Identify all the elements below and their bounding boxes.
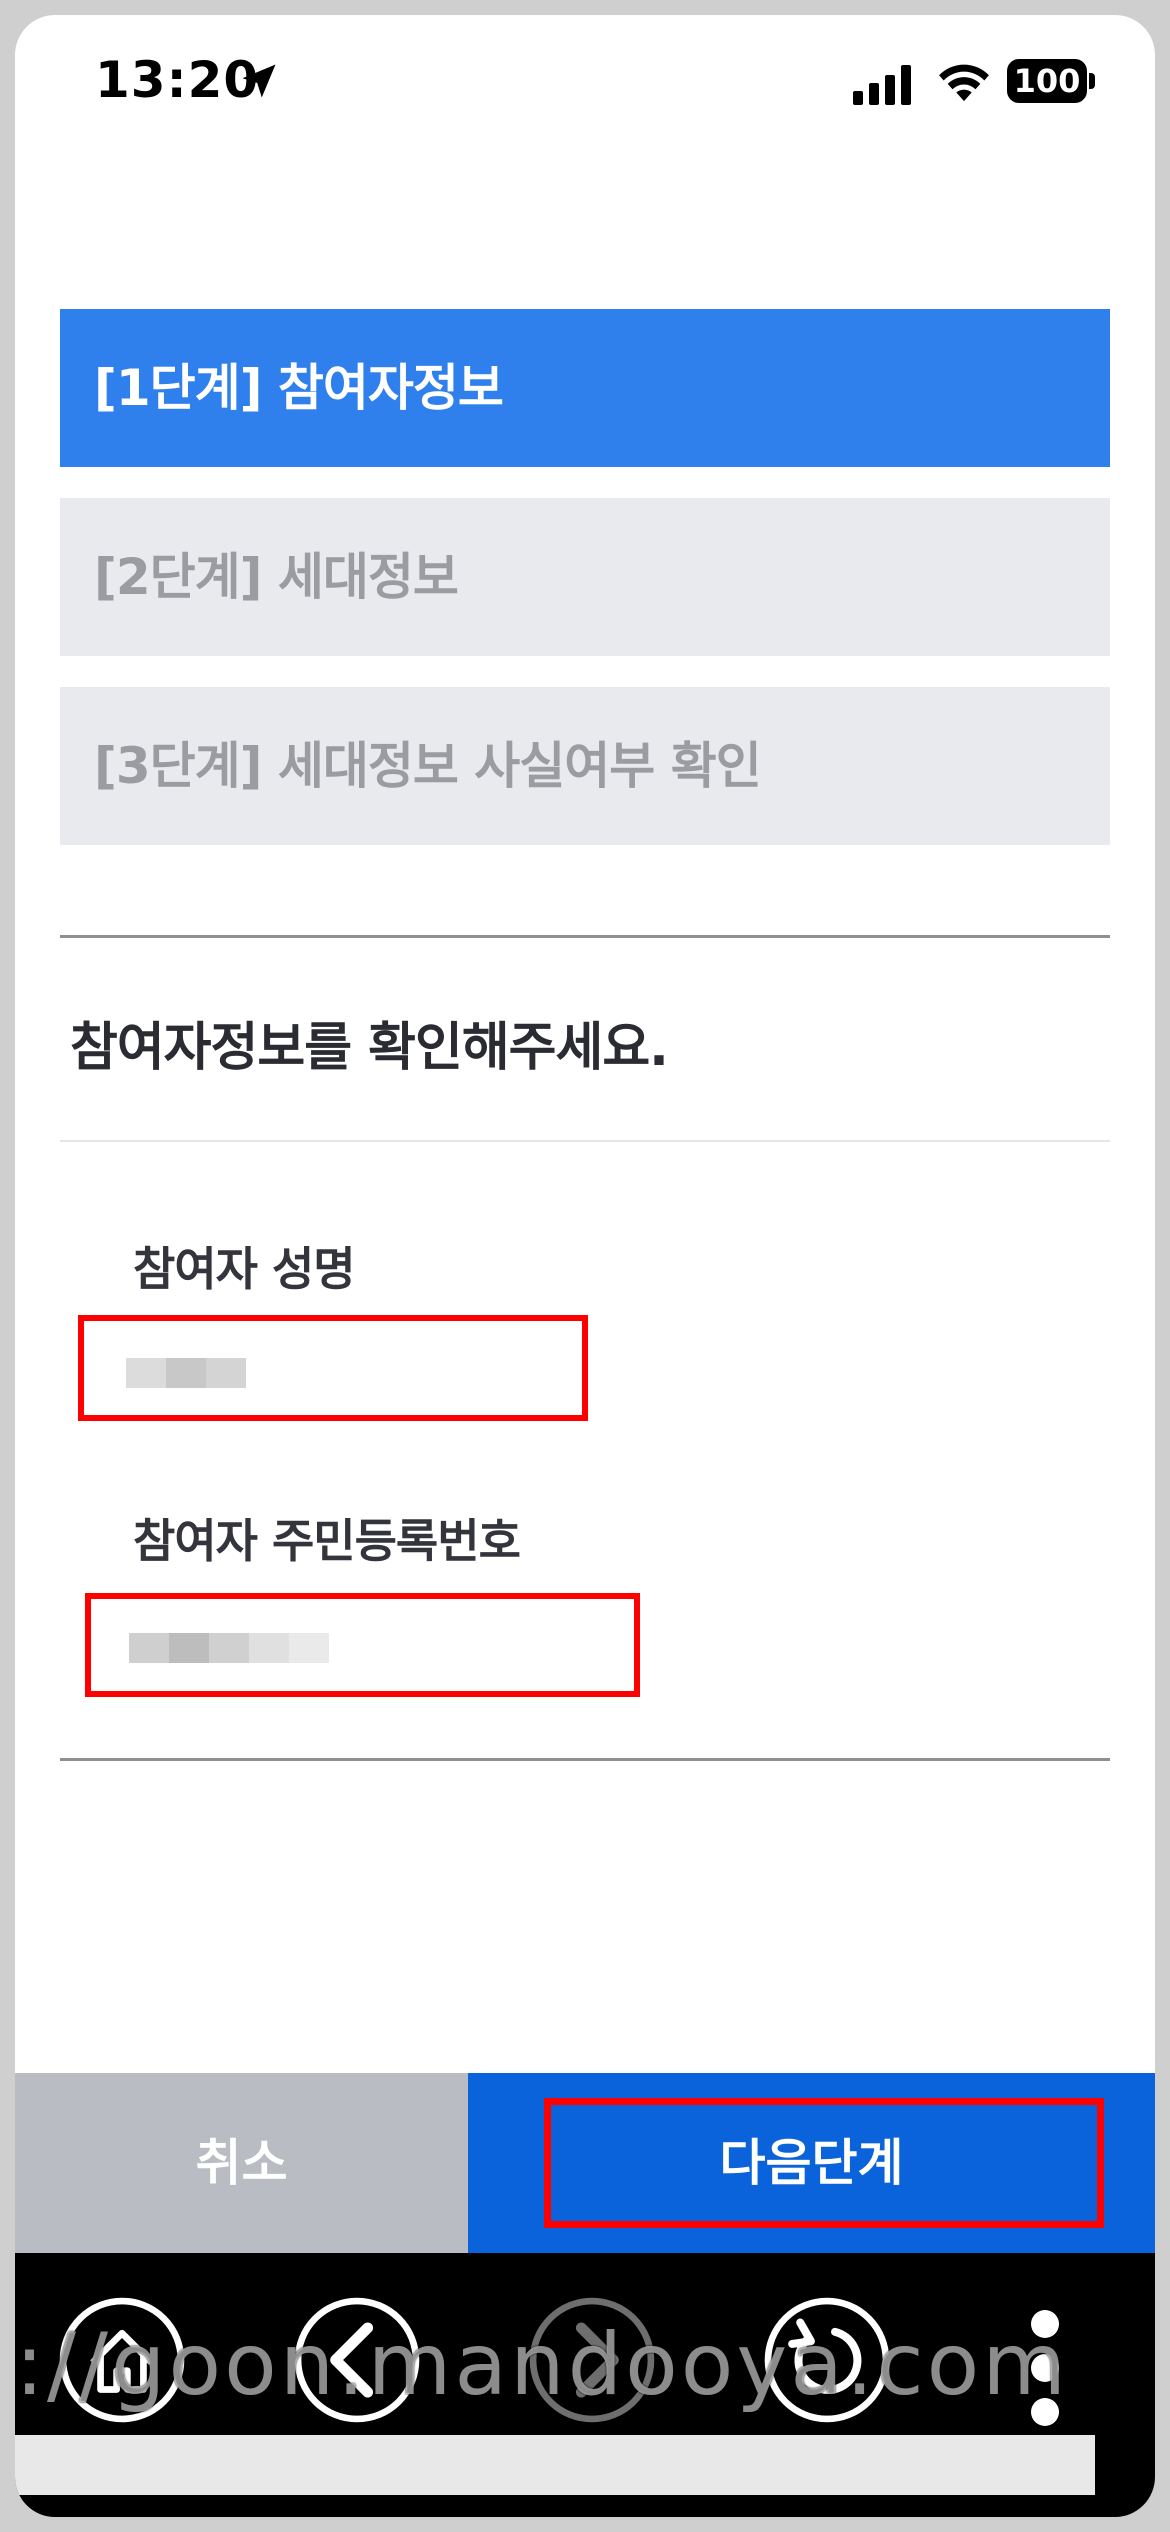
- redacted-pixel: [169, 1633, 209, 1663]
- device-frame: 13:20 100 [1단계] 참여자정보 [2단계] 세대정보 [3단계] 세…: [0, 0, 1170, 2532]
- step-1-tab[interactable]: [1단계] 참여자정보: [60, 309, 1110, 467]
- watermark-strip: [15, 2435, 1095, 2495]
- battery-nub: [1089, 73, 1095, 89]
- section-divider-bottom: [60, 1758, 1110, 1761]
- redacted-pixel: [249, 1633, 289, 1663]
- prompt-divider: [60, 1140, 1110, 1142]
- form-prompt: 참여자정보를 확인해주세요.: [70, 1018, 669, 1078]
- location-arrow-icon: [242, 64, 276, 98]
- name-label: 참여자 성명: [133, 1242, 356, 1296]
- home-indicator[interactable]: [377, 2495, 795, 2509]
- name-field[interactable]: [78, 1315, 588, 1421]
- phone-screen: 13:20 100 [1단계] 참여자정보 [2단계] 세대정보 [3단계] 세…: [15, 15, 1155, 2517]
- redacted-pixel: [129, 1633, 169, 1663]
- cellular-signal-icon: [853, 65, 911, 105]
- next-step-label: 다음단계: [719, 2134, 904, 2192]
- redacted-pixel: [126, 1358, 166, 1388]
- watermark-text: ://goon.mandooya.com: [15, 2315, 1069, 2415]
- wifi-icon: [939, 64, 989, 102]
- redacted-pixel: [206, 1358, 246, 1388]
- redacted-pixel: [289, 1633, 329, 1663]
- battery-icon: 100: [1007, 59, 1087, 103]
- status-bar: 13:20 100: [15, 15, 1155, 155]
- cancel-button[interactable]: 취소: [15, 2073, 468, 2253]
- section-divider-top: [60, 935, 1110, 938]
- step-3-tab[interactable]: [3단계] 세대정보 사실여부 확인: [60, 687, 1110, 845]
- next-step-button[interactable]: 다음단계: [468, 2073, 1155, 2253]
- step-2-tab[interactable]: [2단계] 세대정보: [60, 498, 1110, 656]
- battery-level: 100: [1013, 62, 1081, 100]
- status-time: 13:20: [95, 51, 260, 109]
- rrn-field[interactable]: [85, 1593, 640, 1697]
- redacted-pixel: [166, 1358, 206, 1388]
- rrn-label: 참여자 주민등록번호: [133, 1514, 521, 1568]
- redacted-pixel: [209, 1633, 249, 1663]
